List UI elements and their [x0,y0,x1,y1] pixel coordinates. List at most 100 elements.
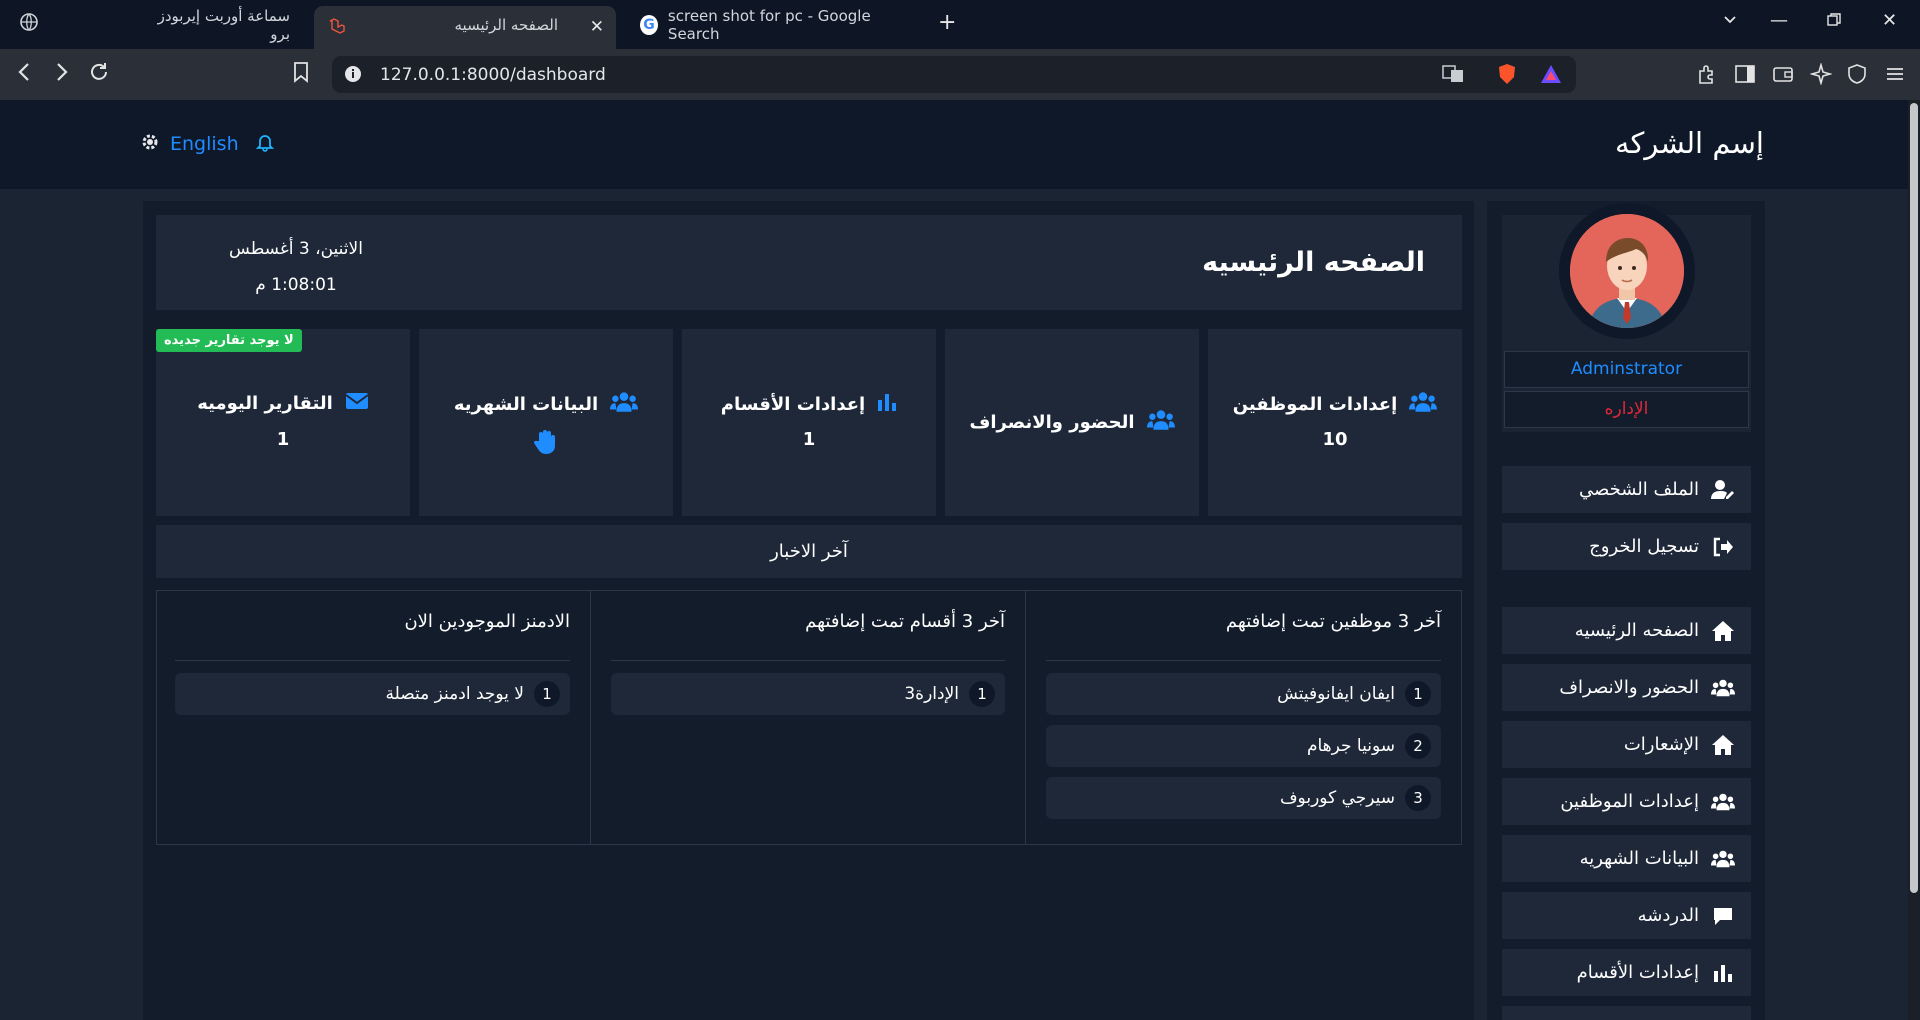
online-admins-column: الادمنز الموجودين الان 1 لا يوجد ادمنز م… [155,591,590,844]
avatar[interactable] [1570,214,1684,328]
language-toggle[interactable]: English [170,133,239,155]
laravel-icon [328,17,346,35]
list-item[interactable]: 1 ايفان ايفانوفيتش [1046,673,1441,715]
stat-value: 1 [276,429,290,450]
users-icon [1711,847,1735,871]
brave-rewards-icon[interactable] [1540,64,1562,88]
stat-card-daily-reports[interactable]: لا يوجد تقارير جديده التقارير اليوميه 1 [156,329,410,516]
gear-icon[interactable] [140,132,160,156]
users-icon [1711,676,1735,700]
chat-icon [1711,904,1735,928]
item-number: 2 [1405,733,1431,759]
users-icon [1409,391,1438,418]
item-number: 1 [534,681,560,707]
list-item[interactable]: 1 الإدارة3 [611,673,1005,715]
reload-icon[interactable] [88,61,110,89]
tab-orbit-earbuds[interactable]: سماعة أوربت إيربودز برو [140,6,300,43]
sidebar-item-partial[interactable] [1502,1006,1751,1020]
sidebar-item-employee-settings[interactable]: إعدادات الموظفين [1502,778,1751,825]
sidebar-item-label: الملف الشخصي [1579,479,1699,500]
sidebar-item-label: الإشعارات [1623,734,1699,755]
stat-card-attendance[interactable]: الحضور والانصراف [945,329,1199,516]
sidebar-item-monthly-data[interactable]: البيانات الشهريه [1502,835,1751,882]
latest-news: آخر 3 موظفين تمت إضافتهم 1 ايفان ايفانوف… [156,590,1462,845]
tab-title: سماعة أوربت إيربودز برو [157,6,290,43]
sidebar-item-attendance[interactable]: الحضور والانصراف [1502,664,1751,711]
sidebar-item-profile[interactable]: الملف الشخصي [1502,466,1751,513]
bell-icon[interactable] [255,132,275,156]
bar-chart-icon [877,391,897,418]
minimize-icon[interactable]: — [1770,10,1788,31]
sidebar-item-logout[interactable]: تسجيل الخروج [1502,523,1751,570]
google-icon: G [640,14,658,35]
stat-label: إعدادات الموظفين [1232,394,1398,415]
page-title: الصفحه الرئيسيه [1202,247,1425,278]
translate-icon[interactable] [1442,64,1464,88]
sidebar-item-label: البيانات الشهريه [1579,848,1699,869]
chevron-down-icon[interactable] [1722,12,1738,33]
new-tab-icon[interactable]: + [938,10,956,35]
tab-google-search[interactable]: G screen shot for pc - Google Search [630,6,910,43]
divider [611,660,1005,661]
current-time: 1:08:01 م [255,275,337,295]
item-text: ايفان ايفانوفيتش [1277,684,1395,704]
list-item[interactable]: 1 لا يوجد ادمنز متصلة [175,673,570,715]
sidebar-item-chat[interactable]: الدردشه [1502,892,1751,939]
bar-chart-icon [1711,961,1735,985]
date-time: الاثنين، 3 أغسطس 1:08:01 م [156,231,436,303]
latest-news-header: آخر الاخبار [156,525,1462,578]
item-text: لا يوجد ادمنز متصلة [385,684,524,704]
header-card: الصفحه الرئيسيه الاثنين، 3 أغسطس 1:08:01… [156,215,1462,310]
item-number: 3 [1405,785,1431,811]
extensions-icon[interactable] [1696,63,1718,85]
current-date: الاثنين، 3 أغسطس [229,239,363,259]
sidebar-item-label: إعدادات الأقسام [1576,962,1699,983]
close-window-icon[interactable]: ✕ [1882,10,1897,31]
item-number: 1 [969,681,995,707]
users-icon [1711,790,1735,814]
item-text: سونيا جرهام [1306,736,1395,756]
vpn-icon[interactable] [1846,63,1868,85]
sidebar-item-home[interactable]: الصفحه الرئيسيه [1502,607,1751,654]
sign-out-icon [1711,535,1735,559]
close-tab-icon[interactable]: ✕ [590,17,604,37]
list-item[interactable]: 2 سونيا جرهام [1046,725,1441,767]
user-edit-icon [1711,478,1735,502]
stat-card-department-settings[interactable]: إعدادات الأقسام 1 [682,329,936,516]
wallet-icon[interactable] [1772,63,1794,85]
item-number: 1 [1405,681,1431,707]
browser-tab-bar: سماعة أوربت إيربودز برو الصفحه الرئيسيه … [0,0,1920,49]
stat-value: 1 [802,429,816,450]
stat-card-monthly-data[interactable]: البيانات الشهريه [419,329,673,516]
sidebar-item-department-settings[interactable]: إعدادات الأقسام [1502,949,1751,996]
stat-label: إعدادات الأقسام [720,394,866,415]
divider [175,660,570,661]
company-name[interactable]: إسم الشركه [1615,126,1764,160]
stat-label: التقارير اليوميه [197,393,333,414]
stat-card-employee-settings[interactable]: إعدادات الموظفين 10 [1208,329,1462,516]
tab-dashboard[interactable]: الصفحه الرئيسيه ✕ [314,6,616,49]
profile-card: Adminstrator الإداره [1502,203,1751,432]
sidebar-toggle-icon[interactable] [1734,63,1756,85]
navbar-tools: English [140,132,275,156]
restore-icon[interactable] [1826,12,1842,33]
globe-icon [20,13,38,36]
brave-shields-icon[interactable] [1496,63,1518,89]
address-bar: 127.0.0.1:8000/dashboard [0,49,1920,100]
sidebar-item-label: تسجيل الخروج [1589,536,1699,557]
no-new-reports-badge: لا يوجد تقارير جديده [156,329,302,352]
sidebar-item-notifications[interactable]: الإشعارات [1502,721,1751,768]
scrollbar-thumb[interactable] [1910,103,1918,893]
url-field[interactable]: 127.0.0.1:8000/dashboard [332,56,1576,93]
back-icon[interactable] [16,61,34,89]
site-info-icon[interactable] [344,65,362,87]
bookmark-icon[interactable] [292,61,310,89]
leo-ai-icon[interactable] [1809,62,1833,86]
hand-icon [419,429,673,460]
latest-employees-column: آخر 3 موظفين تمت إضافتهم 1 ايفان ايفانوف… [1025,591,1461,844]
forward-icon[interactable] [52,61,70,89]
list-item[interactable]: 3 سيرجي كوربوف [1046,777,1441,819]
department-label: الإداره [1504,391,1749,428]
username-label: Adminstrator [1504,351,1749,388]
menu-icon[interactable] [1884,63,1906,85]
